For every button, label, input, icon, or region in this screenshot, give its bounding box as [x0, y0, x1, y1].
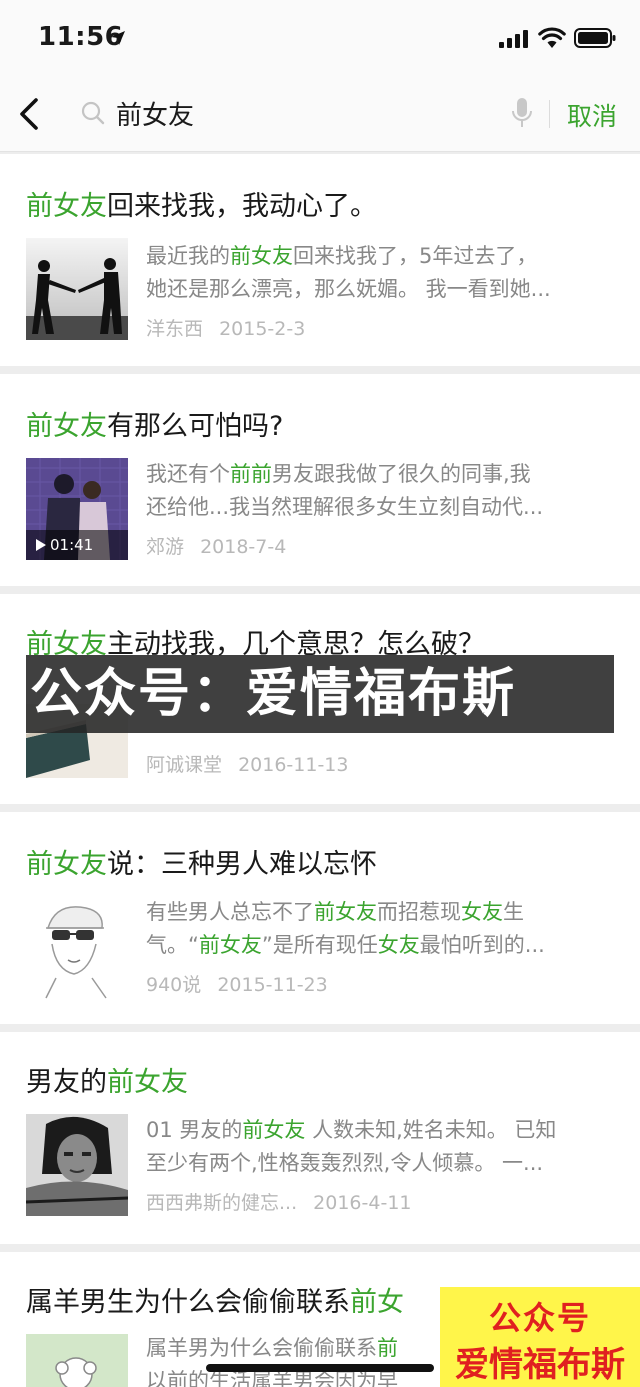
keyword-highlight: 前女友	[107, 1067, 188, 1098]
result-date: 2016-11-13	[238, 754, 349, 776]
text-run: 而招惹现	[377, 900, 461, 924]
result-title: 属羊男生为什么会偷偷联系前女	[26, 1280, 404, 1319]
text-run: 生	[503, 900, 524, 924]
result-meta: 郊游 2018-7-4	[146, 532, 286, 559]
result-date: 2016-4-11	[313, 1192, 412, 1214]
result-date: 2015-2-3	[219, 318, 306, 340]
result-source: 西西弗斯的健忘...	[146, 1192, 298, 1214]
text-run: 我还有个	[146, 462, 230, 486]
cancel-button[interactable]: 取消	[567, 97, 617, 133]
result-snippet: 01 男友的前女友 人数未知,姓名未知。 已知至少有两个,性格轰轰烈烈,令人倾慕…	[146, 1114, 616, 1180]
text-run: 回来找我，我动心了。	[107, 191, 377, 222]
result-meta: 阿诚课堂 2016-11-13	[146, 750, 348, 777]
text-run: 回来找我了，5年过去了，	[293, 244, 538, 268]
text-run: 男友跟我做了很久的同事,我	[272, 462, 531, 486]
result-source: 郊游	[146, 536, 185, 558]
text-run: 气。“	[146, 933, 199, 957]
result-snippet: 有些男人总忘不了前女友而招惹现女友生 气。“前女友”是所有现任女友最怕听到的...	[146, 896, 616, 962]
result-snippet: 我还有个前前男友跟我做了很久的同事,我还给他...我当然理解很多女生立刻自动代.…	[146, 458, 616, 524]
corner-watermark-line1: 公众号	[488, 1299, 591, 1337]
keyword-highlight: 前女	[350, 1287, 404, 1318]
snippet-line: 有些男人总忘不了前女友而招惹现女友生	[146, 896, 616, 929]
text-run: 有些男人总忘不了	[146, 900, 314, 924]
keyword-highlight: 前	[377, 1336, 398, 1360]
result-title: 前女友有那么可怕吗?	[26, 404, 283, 443]
snippet-line: 她还是那么漂亮，那么妩媚。 我一看到她...	[146, 273, 616, 306]
result-card[interactable]: 男友的前女友 01 男友的前女友 人数未知,姓名未知。 已知 至少有两个,性格轰轰…	[0, 1032, 640, 1244]
result-date: 2018-7-4	[200, 536, 287, 558]
result-video-thumbnail: 01:41	[26, 458, 128, 560]
text-run: 01 男友的	[146, 1118, 243, 1142]
home-indicator	[206, 1364, 434, 1372]
keyword-highlight: 前女友	[230, 244, 293, 268]
text-run: 还给他...我当然理解很多女生立刻自动代...	[146, 495, 544, 519]
snippet-line: 还给他...我当然理解很多女生立刻自动代...	[146, 491, 616, 524]
snippet-line: 我还有个前前男友跟我做了很久的同事,我	[146, 458, 616, 491]
keyword-highlight: 前女友	[242, 1118, 306, 1142]
result-meta: 西西弗斯的健忘... 2016-4-11	[146, 1188, 412, 1215]
location-arrow-icon	[111, 31, 125, 45]
video-duration-badge: 01:41	[26, 530, 128, 560]
text-run: ”是所有现任	[261, 933, 378, 957]
text-run: 最近我的	[146, 244, 230, 268]
snippet-line: 至少有两个,性格轰轰烈烈,令人倾慕。 一...	[146, 1147, 616, 1180]
search-icon	[81, 101, 105, 125]
keyword-highlight: 前女友	[26, 411, 107, 442]
result-meta: 洋东西 2015-2-3	[146, 314, 305, 341]
cellular-signal-icon	[499, 30, 528, 48]
snippet-line: 气。“前女友”是所有现任女友最怕听到的...	[146, 929, 616, 962]
result-card[interactable]: 前女友回来找我，我动心了。 最近我的前女友回来找我了，5年过去了， 她还是那么漂亮…	[0, 154, 640, 366]
result-thumbnail	[26, 1114, 128, 1216]
result-source: 洋东西	[146, 318, 204, 340]
status-bar: 11:56	[0, 0, 640, 78]
text-run: 有那么可怕吗?	[107, 411, 284, 442]
result-card[interactable]: 前女友有那么可怕吗? 01:41 我还有个前前男友跟我做了很久的同事,我还给他.…	[0, 374, 640, 586]
text-run: 人数未知,姓名未知。 已知	[305, 1118, 557, 1142]
battery-icon	[574, 28, 616, 48]
result-snippet: 最近我的前女友回来找我了，5年过去了， 她还是那么漂亮，那么妩媚。 我一看到她..…	[146, 240, 616, 306]
corner-watermark: 公众号 爱情福布斯	[440, 1287, 640, 1387]
keyword-highlight: 前女友	[198, 933, 262, 957]
search-input[interactable]: 前女友	[116, 95, 194, 132]
result-title: 前女友说：三种男人难以忘怀	[26, 842, 377, 881]
text-run: 男友的	[26, 1067, 107, 1098]
keyword-highlight: 前前	[230, 462, 272, 486]
header-divider	[549, 100, 550, 128]
text-run: 属羊男为什么会偷偷联系	[146, 1336, 377, 1360]
watermark-banner: 公众号：爱情福布斯	[26, 655, 614, 733]
result-thumbnail	[26, 1334, 128, 1387]
result-source: 940说	[146, 974, 202, 996]
result-date: 2015-11-23	[217, 974, 328, 996]
back-chevron-icon[interactable]	[16, 94, 44, 134]
result-title: 前女友回来找我，我动心了。	[26, 184, 377, 223]
text-run: 她还是那么漂亮，那么妩媚。 我一看到她...	[146, 277, 551, 301]
text-run: 至少有两个,性格轰轰烈烈,令人倾慕。 一...	[146, 1151, 544, 1175]
keyword-highlight: 前女友	[314, 900, 377, 924]
wifi-icon	[538, 27, 566, 48]
result-card[interactable]: 前女友说：三种男人难以忘怀 有些男人总忘不了前女友而招惹现女友生 气。“前女友”是…	[0, 812, 640, 1024]
result-source: 阿诚课堂	[146, 754, 223, 776]
result-thumbnail	[26, 898, 128, 1000]
text-run: 最怕听到的...	[419, 933, 545, 957]
result-title: 男友的前女友	[26, 1060, 188, 1099]
keyword-highlight: 前女友	[26, 849, 107, 880]
corner-watermark-line2: 爱情福布斯	[455, 1345, 625, 1385]
result-thumbnail	[26, 238, 128, 340]
video-duration: 01:41	[50, 536, 94, 554]
snippet-line: 01 男友的前女友 人数未知,姓名未知。 已知	[146, 1114, 616, 1147]
play-icon	[36, 539, 46, 551]
search-header: 前女友 取消	[0, 78, 640, 152]
microphone-icon[interactable]	[510, 96, 534, 130]
keyword-highlight: 女友	[377, 933, 420, 957]
text-run: 说：三种男人难以忘怀	[107, 849, 377, 880]
text-run: 属羊男生为什么会偷偷联系	[26, 1287, 350, 1318]
result-meta: 940说 2015-11-23	[146, 970, 328, 997]
keyword-highlight: 前女友	[26, 191, 107, 222]
keyword-highlight: 女友	[461, 900, 503, 924]
snippet-line: 最近我的前女友回来找我了，5年过去了，	[146, 240, 616, 273]
